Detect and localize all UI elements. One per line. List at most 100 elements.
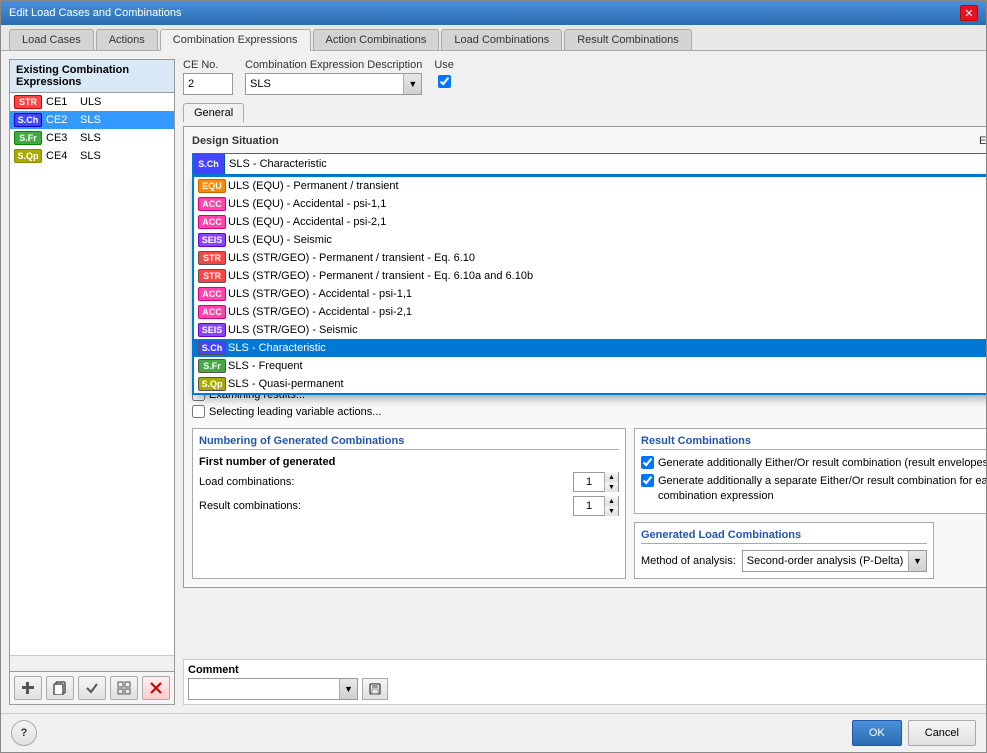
combo-desc-arrow[interactable]: ▼ — [403, 74, 421, 94]
numbering-title: Numbering of Generated Combinations — [199, 435, 619, 450]
copy-button[interactable] — [46, 676, 74, 700]
comment-dropdown-arrow[interactable]: ▼ — [339, 679, 357, 699]
result-combinations-label: Result combinations: — [199, 500, 301, 512]
method-select-arrow[interactable]: ▼ — [908, 551, 926, 571]
dropdown-item[interactable]: S.Fr SLS - Frequent — [194, 357, 986, 375]
ce-no-input[interactable]: 2 — [183, 73, 233, 95]
badge-equ: EQU — [198, 179, 226, 193]
design-situation-trigger[interactable]: S.Ch SLS - Characteristic ▼ — [192, 153, 986, 175]
cancel-button[interactable]: Cancel — [908, 720, 976, 746]
dropdown-item[interactable]: ACC ULS (EQU) - Accidental - psi-1,1 — [194, 195, 986, 213]
left-panel-header: Existing Combination Expressions — [10, 60, 174, 93]
generated-load-panel: Generated Load Combinations Method of an… — [634, 522, 934, 579]
design-situation-label: Design Situation — [192, 135, 279, 147]
tab-actions[interactable]: Actions — [96, 29, 158, 50]
dropdown-item[interactable]: EQU ULS (EQU) - Permanent / transient — [194, 177, 986, 195]
add-icon — [21, 681, 35, 695]
separate-either-or-label: Generate additionally a separate Either/… — [658, 474, 986, 503]
use-label: Use — [434, 59, 454, 71]
combo-list: STR CE1 ULS S.Ch CE2 SLS S.Fr CE3 SLS S.… — [10, 93, 174, 655]
tab-action-combinations[interactable]: Action Combinations — [313, 29, 440, 50]
comment-section: Comment ▼ — [183, 659, 986, 705]
either-or-label: Generate additionally Either/Or result c… — [658, 456, 986, 470]
dropdown-item[interactable]: STR ULS (STR/GEO) - Permanent / transien… — [194, 267, 986, 285]
badge-acc: ACC — [198, 215, 226, 229]
dropdown-item[interactable]: SEIS ULS (STR/GEO) - Seismic — [194, 321, 986, 339]
delete-icon — [149, 681, 163, 695]
list-item[interactable]: S.Fr CE3 SLS — [10, 129, 174, 147]
tab-result-combinations[interactable]: Result Combinations — [564, 29, 692, 50]
dropdown-item-text: SLS - Characteristic — [228, 342, 326, 354]
tab-load-combinations[interactable]: Load Combinations — [441, 29, 562, 50]
dropdown-item[interactable]: S.Qp SLS - Quasi-permanent — [194, 375, 986, 393]
use-checkbox[interactable] — [438, 75, 451, 88]
main-window: Edit Load Cases and Combinations ✕ Load … — [0, 0, 987, 753]
spin-up-button[interactable]: ▲ — [604, 496, 618, 506]
top-fields: CE No. 2 Combination Expression Descript… — [183, 59, 986, 95]
badge-str: STR — [198, 269, 226, 283]
tab-load-cases[interactable]: Load Cases — [9, 29, 94, 50]
dropdown-item-selected[interactable]: S.Ch SLS - Characteristic — [194, 339, 986, 357]
main-tab-bar: Load Cases Actions Combination Expressio… — [1, 25, 986, 51]
comment-input-row: ▼ — [188, 678, 986, 700]
combo-desc-input[interactable]: SLS — [246, 76, 403, 92]
dropdown-item[interactable]: ACC ULS (EQU) - Accidental - psi-2,1 — [194, 213, 986, 231]
design-situation-norm: EN 1990 | CEN — [979, 135, 986, 147]
dropdown-item-text: ULS (STR/GEO) - Permanent / transient - … — [228, 270, 533, 282]
window-title: Edit Load Cases and Combinations — [9, 7, 181, 19]
help-button[interactable]: ? — [11, 720, 37, 746]
comment-label: Comment — [188, 664, 986, 676]
dropdown-item[interactable]: ACC ULS (STR/GEO) - Accidental - psi-2,1 — [194, 303, 986, 321]
dropdown-item[interactable]: ACC ULS (STR/GEO) - Accidental - psi-1,1 — [194, 285, 986, 303]
design-situation-box: Design Situation EN 1990 | CEN S.Ch SLS … — [183, 126, 986, 588]
add-row-button[interactable] — [14, 676, 42, 700]
badge-sfr: S.Fr — [14, 131, 42, 145]
inner-tab-area: General Design Situation EN 1990 | CEN S… — [183, 103, 986, 588]
badge-acc: ACC — [198, 197, 226, 211]
list-item[interactable]: S.Qp CE4 SLS — [10, 147, 174, 165]
delete-button[interactable] — [142, 676, 170, 700]
method-select[interactable]: Second-order analysis (P-Delta) ▼ — [742, 550, 927, 572]
load-combinations-label: Load combinations: — [199, 476, 294, 488]
left-panel-scrollbar[interactable] — [10, 655, 174, 671]
design-situation-dropdown: S.Ch SLS - Characteristic ▼ EQU ULS (EQU… — [192, 153, 986, 175]
dropdown-item-text: ULS (STR/GEO) - Accidental - psi-1,1 — [228, 288, 412, 300]
tab-general[interactable]: General — [183, 103, 244, 122]
close-button[interactable]: ✕ — [960, 5, 978, 21]
badge-acc: ACC — [198, 287, 226, 301]
check-button[interactable] — [78, 676, 106, 700]
method-select-text: Second-order analysis (P-Delta) — [743, 553, 908, 569]
selecting-variable-row: Selecting leading variable actions... — [192, 405, 986, 418]
spin-down-button[interactable]: ▼ — [604, 482, 618, 492]
ok-button[interactable]: OK — [852, 720, 902, 746]
load-combinations-spinner: ▲ ▼ — [573, 472, 619, 492]
spin-up-button[interactable]: ▲ — [604, 472, 618, 482]
tab-combination-expressions[interactable]: Combination Expressions — [160, 29, 311, 51]
result-combinations-panel: Result Combinations Generate additionall… — [634, 428, 986, 514]
dropdown-item[interactable]: STR ULS (STR/GEO) - Permanent / transien… — [194, 249, 986, 267]
load-combinations-value[interactable] — [574, 476, 604, 488]
badge-sch: S.Ch — [198, 341, 226, 355]
dropdown-item-text: ULS (EQU) - Accidental - psi-2,1 — [228, 216, 386, 228]
badge-sch: S.Ch — [14, 113, 42, 127]
dropdown-item-text: ULS (EQU) - Permanent / transient — [228, 180, 399, 192]
spin-down-button[interactable]: ▼ — [604, 506, 618, 516]
list-item[interactable]: S.Ch CE2 SLS — [10, 111, 174, 129]
comment-input[interactable] — [189, 681, 339, 697]
grid-icon — [117, 681, 131, 695]
design-situation-badge: S.Ch — [193, 154, 225, 174]
either-or-row: Generate additionally Either/Or result c… — [641, 456, 986, 470]
dropdown-item[interactable]: SEIS ULS (EQU) - Seismic — [194, 231, 986, 249]
result-combinations-value[interactable] — [574, 500, 604, 512]
comment-save-button[interactable] — [362, 678, 388, 700]
inner-tab-bar: General — [183, 103, 986, 122]
list-item[interactable]: STR CE1 ULS — [10, 93, 174, 111]
load-combinations-row: Load combinations: ▲ ▼ — [199, 472, 619, 492]
grid-button[interactable] — [110, 676, 138, 700]
ce-no-group: CE No. 2 — [183, 59, 233, 95]
either-or-checkbox[interactable] — [641, 456, 654, 469]
separate-either-or-checkbox[interactable] — [641, 474, 654, 487]
bottom-panels: Numbering of Generated Combinations Firs… — [192, 428, 986, 579]
dropdown-item-text: ULS (EQU) - Accidental - psi-1,1 — [228, 198, 386, 210]
selecting-variable-checkbox[interactable] — [192, 405, 205, 418]
